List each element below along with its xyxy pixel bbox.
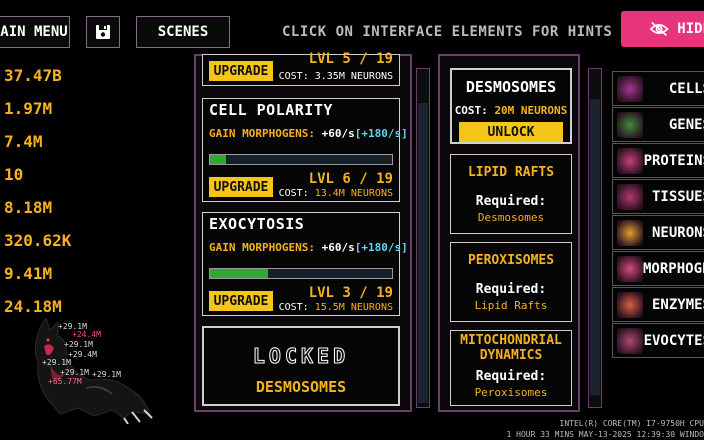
eye-slash-icon — [649, 21, 669, 37]
upgrades-scrollbar[interactable] — [416, 68, 430, 408]
floating-gain: +29.1M — [42, 358, 71, 367]
sidebar-item-neurons[interactable]: NEURONS — [612, 215, 704, 250]
research-card-desmosomes: DESMOSOMES COST: 20M NEURONS UNLOCK — [450, 68, 572, 144]
main-menu-button[interactable]: AIN MENU — [0, 16, 70, 48]
session-time: 1 HOUR 33 MINS MAY-13-2025 12:39:30 WIND… — [506, 430, 704, 439]
sidebar-item-label: ENZYMES — [651, 296, 704, 313]
hide-label: HIDE — [677, 21, 704, 37]
scenes-button[interactable]: SCENES — [136, 16, 230, 48]
upgrade-card-exocytosis: EXOCYTOSIS GAIN MORPHOGENS: +60/s[+180/s… — [202, 212, 408, 316]
sidebar-item-morphogens[interactable]: MORPHOGENS — [612, 251, 704, 286]
stat-value: 24.18M — [4, 297, 62, 316]
progress-fill — [210, 269, 269, 278]
progress-fill — [210, 155, 227, 164]
stat-value: 320.62K — [4, 231, 72, 250]
required-value: Desmosomes — [477, 211, 545, 224]
progress-bar — [209, 154, 393, 165]
sidebar-item-label: NEURONS — [651, 224, 704, 241]
research-scrollbar[interactable] — [588, 68, 602, 408]
stat-value: 37.47B — [4, 66, 62, 85]
sidebar-item-label: PROTEINS — [643, 152, 704, 169]
upgrade-button[interactable]: UPGRADE — [209, 61, 273, 81]
sidebar-item-label: GENES — [668, 116, 704, 133]
sidebar-item-label: MORPHOGENS — [643, 260, 704, 277]
level-text: LVL 6 / 19 — [308, 171, 393, 187]
morphogen-icon — [617, 255, 643, 282]
floating-gain: +29.1M — [60, 368, 89, 377]
stat-value: 10 — [4, 165, 24, 184]
research-cost: COST: 20M NEURONS — [454, 104, 568, 117]
research-panel: DESMOSOMES COST: 20M NEURONS UNLOCK LIPI… — [438, 54, 580, 412]
sidebar-item-genes[interactable]: GENES — [612, 107, 704, 142]
required-label: Required: — [475, 369, 547, 384]
level-text: LVL 3 / 19 — [308, 285, 393, 301]
scrollbar-thumb[interactable] — [590, 99, 600, 395]
sidebar-item-proteins[interactable]: PROTEINS — [612, 143, 704, 178]
level-text: LVL 5 / 19 — [308, 51, 393, 67]
enzyme-icon — [617, 291, 643, 318]
upgrade-button[interactable]: UPGRADE — [209, 291, 273, 311]
stat-value: 1.97M — [4, 99, 53, 118]
sidebar-item-tissues[interactable]: TISSUES — [612, 179, 704, 214]
research-card-lipid-rafts[interactable]: LIPID RAFTS Required: Desmosomes — [450, 154, 572, 234]
progress-bar — [209, 268, 393, 279]
sidebar-item-label: EVOCYTES — [643, 332, 704, 349]
floating-gain: +29.4M — [68, 350, 97, 359]
gain-text: GAIN MORPHOGENS: +60/s[+180/s] — [209, 241, 408, 254]
protein-icon — [617, 147, 643, 174]
stat-value: 9.41M — [4, 264, 53, 283]
research-title: PEROXISOMES — [467, 253, 555, 268]
required-value: Lipid Rafts — [474, 299, 548, 312]
research-title: MITOCHONDRIAL DYNAMICS — [460, 333, 562, 363]
hide-button[interactable]: HIDE — [621, 11, 704, 47]
research-title: LIPID RAFTS — [467, 165, 555, 180]
upgrade-card-cell-polarity: CELL POLARITY GAIN MORPHOGENS: +60/s[+18… — [202, 98, 408, 202]
cost-text: COST: 15.5M NEURONS — [278, 302, 393, 313]
research-card-mitochondrial-dynamics[interactable]: MITOCHONDRIAL DYNAMICS Required: Peroxis… — [450, 330, 572, 406]
cpu-info: INTEL(R) CORE(TM) I7-9750H CPU — [559, 419, 704, 428]
upgrades-panel: UPGRADE LVL 5 / 19 COST: 3.35M NEURONS C… — [194, 51, 412, 412]
required-label: Required: — [475, 282, 547, 297]
floating-gain: +29.1M — [64, 340, 93, 349]
stat-value: 8.18M — [4, 198, 53, 217]
floating-gain: +65.77M — [48, 377, 82, 386]
unlock-button[interactable]: UNLOCK — [459, 122, 563, 142]
sidebar-item-enzymes[interactable]: ENZYMES — [612, 287, 704, 322]
cost-text: COST: 3.35M NEURONS — [278, 71, 393, 82]
sidebar-item-evocytes[interactable]: EVOCYTES — [612, 323, 704, 358]
save-button[interactable] — [86, 16, 120, 48]
gain-text: GAIN MORPHOGENS: +60/s[+180/s] — [209, 127, 408, 140]
locked-label: LOCKED — [252, 344, 350, 369]
upgrade-button[interactable]: UPGRADE — [209, 177, 273, 197]
dna-icon — [617, 111, 643, 138]
upgrade-title: EXOCYTOSIS — [209, 215, 305, 233]
floating-gain: +24.4M — [72, 330, 101, 339]
stat-value: 7.4M — [4, 132, 43, 151]
sidebar-item-label: CELLS — [668, 80, 704, 97]
floppy-disk-icon — [96, 25, 110, 39]
tissue-icon — [617, 183, 643, 210]
upgrade-title: CELL POLARITY — [209, 101, 333, 119]
locked-upgrade-card: LOCKED DESMOSOMES — [202, 326, 400, 406]
cell-icon — [617, 75, 643, 102]
cost-text: COST: 13.4M NEURONS — [278, 188, 393, 199]
evocyte-icon — [617, 327, 643, 354]
scrollbar-thumb[interactable] — [418, 103, 428, 403]
hint-text: CLICK ON INTERFACE ELEMENTS FOR HINTS — [282, 24, 613, 40]
neuron-icon — [617, 219, 643, 246]
research-card-peroxisomes[interactable]: PEROXISOMES Required: Lipid Rafts — [450, 242, 572, 322]
floating-gain: +29.1M — [92, 370, 121, 379]
required-label: Required: — [475, 194, 547, 209]
sidebar-item-cells[interactable]: CELLS — [612, 71, 704, 106]
required-value: Peroxisomes — [474, 386, 548, 399]
locked-upgrade-name: DESMOSOMES — [255, 378, 347, 396]
research-title: DESMOSOMES — [465, 78, 557, 96]
sidebar-item-label: TISSUES — [651, 188, 704, 205]
upgrade-card-partial: UPGRADE LVL 5 / 19 COST: 3.35M NEURONS — [202, 51, 400, 86]
